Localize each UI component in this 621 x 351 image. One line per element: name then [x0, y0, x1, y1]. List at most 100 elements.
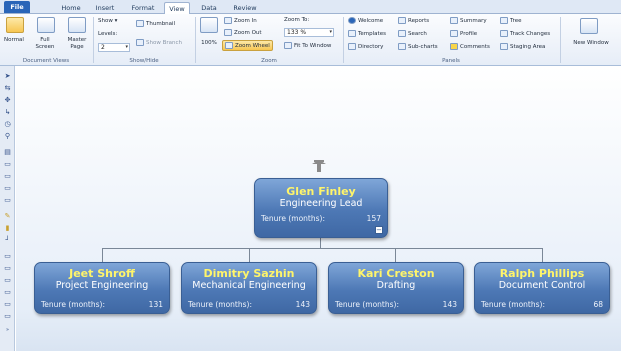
zoom-group-label: Zoom	[261, 58, 277, 64]
node-title: Mechanical Engineering	[192, 280, 306, 291]
ribbon: Normal Full Screen Master Page Document …	[0, 14, 621, 66]
zoom-to-label: Zoom To:	[284, 17, 310, 23]
align-left-icon[interactable]: ▭	[3, 160, 12, 168]
chevron-down-icon: ▾	[125, 44, 128, 50]
track-changes-icon	[500, 30, 508, 37]
collapse-icon[interactable]: −	[375, 226, 383, 234]
rotate-tool-icon[interactable]: ◷	[3, 120, 12, 128]
comments-icon	[450, 43, 458, 50]
zoom-out-button[interactable]: Zoom Out	[224, 29, 262, 36]
node-tenure-value: 143	[442, 300, 457, 309]
chevron-down-icon: ▾	[329, 29, 332, 35]
org-node-child[interactable]: Dimitry Sazhin Mechanical Engineering Te…	[181, 262, 317, 314]
node-tenure-label: Tenure (months):	[261, 214, 325, 223]
box-style-icon[interactable]: ▭	[3, 252, 12, 260]
zoom-in-button[interactable]: Zoom In	[224, 17, 257, 24]
tab-file[interactable]: File	[4, 1, 30, 13]
profile-button[interactable]: Profile	[450, 30, 477, 37]
align-bottom-icon[interactable]: ▭	[3, 184, 12, 192]
connector-line	[395, 248, 396, 262]
reports-button[interactable]: Reports	[398, 17, 429, 24]
org-node-child[interactable]: Jeet Shroff Project Engineering Tenure (…	[34, 262, 170, 314]
panels-group-label: Panels	[442, 58, 460, 64]
normal-view-icon[interactable]	[6, 17, 24, 33]
zoom-100-icon[interactable]	[200, 17, 218, 33]
directory-icon	[348, 43, 356, 50]
connector-line	[249, 248, 250, 262]
summary-icon	[450, 17, 458, 24]
box-style-icon[interactable]: ▭	[3, 288, 12, 296]
layout-icon[interactable]: ┘	[3, 236, 12, 244]
node-tenure-label: Tenure (months):	[188, 300, 252, 309]
tree-button[interactable]: Tree	[500, 17, 521, 24]
org-node-child[interactable]: Kari Creston Drafting Tenure (months): 1…	[328, 262, 464, 314]
connector-line	[102, 248, 103, 262]
tree-icon	[500, 17, 508, 24]
tool-strip: ➤ ⇆ ✥ ↳ ◷ ⚲ ▤ ▭ ▭ ▭ ▭ ✎ ▮ ┘ ▭ ▭ ▭ ▭ ▭ ▭ …	[0, 66, 15, 351]
move-tool-icon[interactable]: ✥	[3, 96, 12, 104]
go-up-arrow-icon[interactable]	[312, 160, 326, 172]
fit-to-window-button[interactable]: Fit To Window	[284, 42, 331, 49]
track-changes-button[interactable]: Track Changes	[500, 30, 550, 37]
templates-button[interactable]: Templates	[348, 30, 386, 37]
box-style-icon[interactable]: ▭	[3, 276, 12, 284]
node-tenure-value: 68	[593, 300, 603, 309]
tab-insert[interactable]: Insert	[92, 2, 118, 14]
thumbnail-icon	[136, 20, 144, 27]
thumbnail-button[interactable]: Thumbnail	[136, 20, 175, 27]
chart-canvas[interactable]: Glen Finley Engineering Lead Tenure (mon…	[16, 66, 621, 351]
pointer-tool-icon[interactable]: ➤	[3, 72, 12, 80]
search-button[interactable]: Search	[398, 30, 427, 37]
full-screen-button[interactable]: Full Screen	[30, 37, 60, 50]
tab-data[interactable]: Data	[198, 2, 220, 14]
normal-view-button[interactable]: Normal	[0, 37, 28, 44]
tab-format[interactable]: Format	[128, 2, 158, 14]
node-tenure-value: 143	[295, 300, 310, 309]
new-window-icon[interactable]	[580, 18, 598, 34]
zoom-tool-icon[interactable]: ⚲	[3, 132, 12, 140]
staging-area-button[interactable]: Staging Area	[500, 43, 545, 50]
node-name: Jeet Shroff	[69, 267, 135, 280]
paint-tool-icon[interactable]: ▮	[3, 224, 12, 232]
tab-review[interactable]: Review	[230, 2, 260, 14]
select-branch-icon[interactable]: ↳	[3, 108, 12, 116]
node-tenure-value: 157	[366, 214, 381, 223]
node-tenure-value: 131	[148, 300, 163, 309]
brush-tool-icon[interactable]: ✎	[3, 212, 12, 220]
fit-window-icon	[284, 42, 292, 49]
box-style-icon[interactable]: ▭	[3, 300, 12, 308]
box-style-icon[interactable]: ▭	[3, 312, 12, 320]
welcome-button[interactable]: Welcome	[348, 17, 383, 24]
org-node-child[interactable]: Ralph Phillips Document Control Tenure (…	[474, 262, 610, 314]
connector-line	[542, 248, 543, 262]
box-style-icon[interactable]: ▭	[3, 264, 12, 272]
levels-combo[interactable]: 2 ▾	[98, 43, 130, 52]
sub-charts-button[interactable]: Sub-charts	[398, 43, 438, 50]
tab-home[interactable]: Home	[56, 2, 86, 14]
distribute-icon[interactable]: ▭	[3, 196, 12, 204]
summary-button[interactable]: Summary	[450, 17, 487, 24]
ribbon-separator	[343, 17, 344, 63]
zoom-wheel-button[interactable]: Zoom Wheel	[222, 40, 273, 51]
master-page-icon[interactable]	[68, 17, 86, 33]
connect-tool-icon[interactable]: ⇆	[3, 84, 12, 92]
more-tools-icon[interactable]: »	[3, 326, 12, 334]
tab-view[interactable]: View	[164, 2, 190, 14]
node-name: Glen Finley	[286, 185, 356, 198]
node-name: Ralph Phillips	[499, 267, 585, 280]
zoom-to-combo[interactable]: 133 % ▾	[284, 28, 334, 37]
show-branch-button[interactable]: Show Branch	[136, 39, 182, 46]
directory-button[interactable]: Directory	[348, 43, 383, 50]
org-node-root[interactable]: Glen Finley Engineering Lead Tenure (mon…	[254, 178, 388, 238]
comments-button[interactable]: Comments	[450, 43, 490, 50]
zoom-100-button[interactable]: 100%	[196, 40, 222, 47]
align-top-icon[interactable]: ▤	[3, 148, 12, 156]
show-button[interactable]: Show ▾	[98, 18, 117, 24]
full-screen-icon[interactable]	[37, 17, 55, 33]
new-window-button[interactable]: New Window	[562, 40, 620, 47]
zoom-wheel-icon	[225, 42, 233, 49]
align-right-icon[interactable]: ▭	[3, 172, 12, 180]
reports-icon	[398, 17, 406, 24]
master-page-button[interactable]: Master Page	[62, 37, 92, 50]
node-name: Kari Creston	[357, 267, 435, 280]
